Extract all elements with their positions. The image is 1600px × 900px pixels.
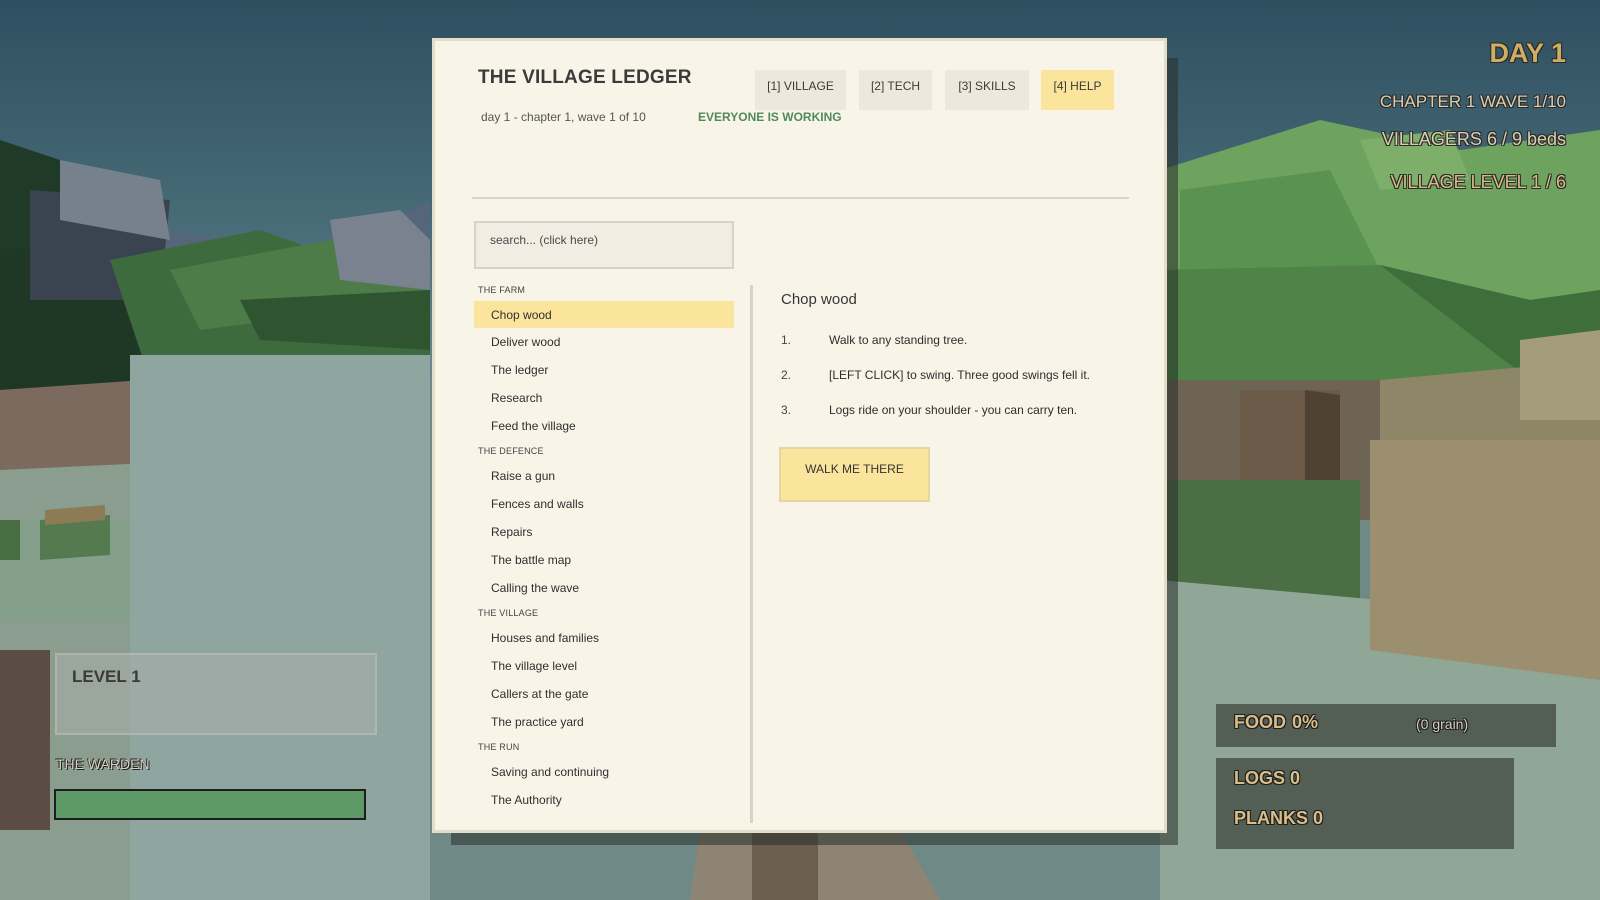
- food-panel: FOOD 0% (0 grain): [1216, 704, 1556, 747]
- section-header-defence: THE DEFENCE: [478, 446, 544, 456]
- step-item: 3. Logs ride on your shoulder - you can c…: [781, 403, 1077, 417]
- step-number: 2.: [781, 368, 792, 382]
- step-item: 1. Walk to any standing tree.: [781, 333, 967, 347]
- topic-feed-the-village[interactable]: Feed the village: [474, 412, 734, 440]
- section-header-village: THE VILLAGE: [478, 608, 539, 618]
- step-text: [LEFT CLICK] to swing. Three good swings…: [829, 368, 1091, 382]
- logs-value: 0: [1290, 768, 1301, 788]
- topic-callers-at-the-gate[interactable]: Callers at the gate: [474, 680, 734, 708]
- planks-label: PLANKS: [1234, 808, 1309, 828]
- topic-repairs[interactable]: Repairs: [474, 518, 734, 546]
- walk-me-there-button[interactable]: WALK ME THERE: [779, 447, 930, 502]
- logs-label: LOGS: [1234, 768, 1286, 788]
- chapter-wave-indicator: CHAPTER 1 WAVE 1/10: [1379, 92, 1566, 111]
- list-divider: [750, 285, 753, 823]
- step-text: Walk to any standing tree.: [829, 333, 968, 347]
- food-label: FOOD: [1234, 712, 1286, 732]
- food-value: 0%: [1292, 712, 1319, 732]
- topic-the-authority[interactable]: The Authority: [474, 786, 734, 814]
- topic-chop-wood[interactable]: Chop wood: [474, 301, 734, 328]
- topic-research[interactable]: Research: [474, 384, 734, 412]
- village-ledger-dialog: THE VILLAGE LEDGER day 1 - chapter 1, wa…: [432, 38, 1167, 833]
- topic-houses-and-families[interactable]: Houses and families: [474, 624, 734, 652]
- topic-deliver-wood[interactable]: Deliver wood: [474, 328, 734, 356]
- day-counter: DAY 1: [1489, 38, 1566, 68]
- planks-value: 0: [1313, 808, 1324, 828]
- stock-panel: LOGS 0 PLANKS 0: [1216, 758, 1514, 849]
- tab-help[interactable]: [4] HELP: [1041, 70, 1114, 110]
- health-bar-fill: [56, 791, 364, 818]
- topic-calling-the-wave[interactable]: Calling the wave: [474, 574, 734, 602]
- villagers-count: VILLAGERS 6 / 9 beds: [1381, 129, 1566, 149]
- health-bar: [54, 789, 366, 820]
- player-level: LEVEL 1: [72, 667, 141, 686]
- topic-the-ledger[interactable]: The ledger: [474, 356, 734, 384]
- step-text: Logs ride on your shoulder - you can car…: [829, 403, 1078, 417]
- village-level-indicator: VILLAGE LEVEL 1 / 6: [1390, 172, 1566, 192]
- topic-detail-title: Chop wood: [781, 291, 857, 308]
- player-level-panel: LEVEL 1: [55, 653, 377, 735]
- player-name: THE WARDEN: [56, 756, 150, 772]
- tab-village[interactable]: [1] VILLAGE: [755, 70, 846, 110]
- topic-fences-and-walls[interactable]: Fences and walls: [474, 490, 734, 518]
- tab-skills[interactable]: [3] SKILLS: [945, 70, 1029, 110]
- step-number: 3.: [781, 403, 792, 417]
- search-input[interactable]: search... (click here): [474, 221, 734, 269]
- topic-the-battle-map[interactable]: The battle map: [474, 546, 734, 574]
- work-status: EVERYONE IS WORKING: [698, 110, 842, 124]
- topic-saving-and-continuing[interactable]: Saving and continuing: [474, 758, 734, 786]
- ledger-title: THE VILLAGE LEDGER: [478, 67, 692, 88]
- step-item: 2. [LEFT CLICK] to swing. Three good swin…: [781, 368, 1090, 382]
- topic-raise-a-gun[interactable]: Raise a gun: [474, 462, 734, 490]
- tab-tech[interactable]: [2] TECH: [859, 70, 932, 110]
- section-header-run: THE RUN: [478, 742, 520, 752]
- header-divider: [472, 197, 1129, 199]
- step-number: 1.: [781, 333, 792, 347]
- topic-the-village-level[interactable]: The village level: [474, 652, 734, 680]
- grain-count: (0 grain): [1416, 716, 1469, 732]
- help-topic-list: THE FARM Chop wood Deliver wood The ledg…: [474, 279, 734, 814]
- topic-the-practice-yard[interactable]: The practice yard: [474, 708, 734, 736]
- ledger-subtitle: day 1 - chapter 1, wave 1 of 10: [481, 110, 646, 124]
- section-header-farm: THE FARM: [478, 285, 526, 295]
